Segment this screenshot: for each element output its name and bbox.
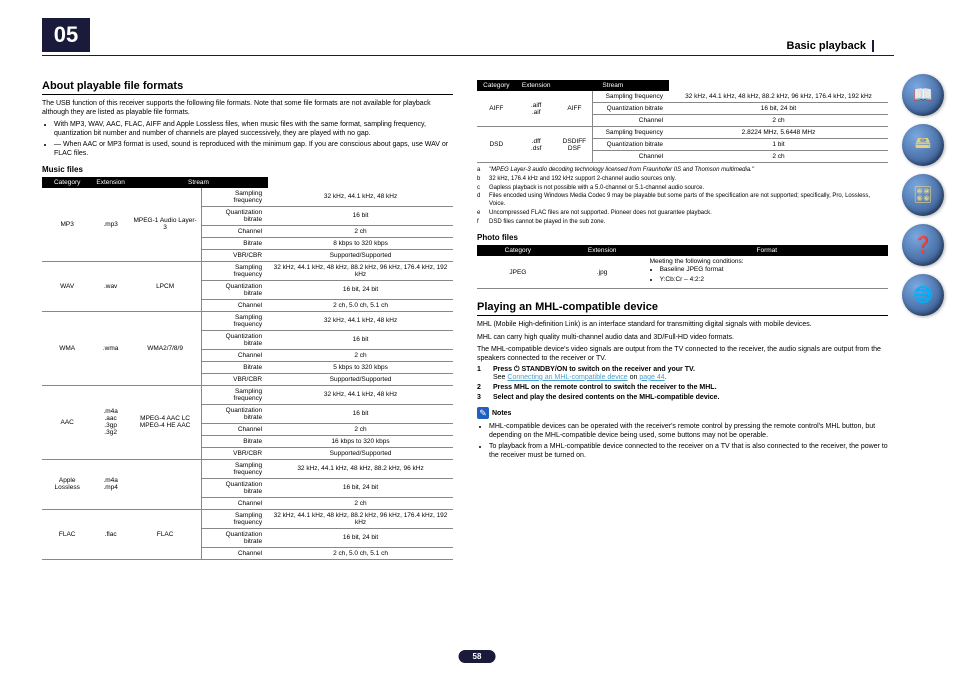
column-left: About playable file formats The USB func… xyxy=(42,80,453,560)
header-rule xyxy=(42,55,894,56)
mhl-p2: MHL can carry high quality multi-channel… xyxy=(477,333,888,342)
note-icon: ✎ xyxy=(477,407,489,419)
table-row: Apple Lossless.m4a.mp4Sampling frequency… xyxy=(42,459,453,478)
table-row: MP3.mp3MPEG-1 Audio Layer-3Sampling freq… xyxy=(42,188,453,207)
mhl-p3: The MHL-compatible device's video signal… xyxy=(477,345,888,363)
chapter-badge: 05 xyxy=(42,18,90,52)
table-row: DSD.dff.dsfDSDIFFDSFSampling frequency2.… xyxy=(477,127,888,139)
hardware-icon[interactable]: 🖴 xyxy=(902,124,944,166)
help-icon[interactable]: ❓ xyxy=(902,224,944,266)
bullet: With MP3, WAV, AAC, FLAC, AIFF and Apple… xyxy=(54,120,453,138)
photo-files-heading: Photo files xyxy=(477,233,888,242)
table-row: WAV.wavLPCMSampling frequency32 kHz, 44.… xyxy=(42,261,453,280)
header-title: Basic playback xyxy=(787,40,875,52)
footnote: eUncompressed FLAC files are not support… xyxy=(477,210,888,218)
step: 2Press MHL on the remote control to swit… xyxy=(477,384,888,391)
bullet: — When AAC or MP3 format is used, sound … xyxy=(54,140,453,158)
music-files-table-cont: CategoryExtensionStream AIFF.aiff.aifAIF… xyxy=(477,80,888,163)
page-number: 58 xyxy=(459,650,496,663)
footnote: a"MPEG Layer-3 audio decoding technology… xyxy=(477,167,888,175)
section-mhl-title: Playing an MHL-compatible device xyxy=(477,301,888,316)
photo-files-table: CategoryExtensionFormat JPEG .jpg Meetin… xyxy=(477,245,888,290)
intro-bullets: With MP3, WAV, AAC, FLAC, AIFF and Apple… xyxy=(42,120,453,158)
section-about-title: About playable file formats xyxy=(42,80,453,95)
step: 1Press ⏻ STANDBY/ON to switch on the rec… xyxy=(477,366,888,381)
remote-icon[interactable]: 🎛 xyxy=(902,174,944,216)
column-right: CategoryExtensionStream AIFF.aiff.aifAIF… xyxy=(477,80,888,560)
music-files-heading: Music files xyxy=(42,165,453,174)
link[interactable]: Connecting an MHL-compatible device xyxy=(507,374,627,381)
footnote: fDSD files cannot be played in the sub z… xyxy=(477,219,888,227)
network-icon[interactable]: 🌐 xyxy=(902,274,944,316)
note-item: MHL-compatible devices can be operated w… xyxy=(489,422,888,440)
footnotes: a"MPEG Layer-3 audio decoding technology… xyxy=(477,167,888,227)
music-files-table: CategoryExtensionStream MP3.mp3MPEG-1 Au… xyxy=(42,177,453,560)
intro-text: The USB function of this receiver suppor… xyxy=(42,99,453,117)
table-row: AIFF.aiff.aifAIFFSampling frequency32 kH… xyxy=(477,91,888,103)
book-icon[interactable]: 📖 xyxy=(902,74,944,116)
note-item: To playback from a MHL-compatible device… xyxy=(489,442,888,460)
table-row: WMA.wmaWMA2/7/8/9Sampling frequency32 kH… xyxy=(42,311,453,330)
notes-list: MHL-compatible devices can be operated w… xyxy=(477,422,888,460)
table-row: FLAC.flacFLACSampling frequency32 kHz, 4… xyxy=(42,509,453,528)
mhl-p1: MHL (Mobile High-definition Link) is an … xyxy=(477,320,888,329)
footnote: cGapless playback is not possible with a… xyxy=(477,185,888,193)
footnote: dFiles encoded using Windows Media Codec… xyxy=(477,193,888,209)
notes-label: Notes xyxy=(492,410,511,417)
footnote: b32 kHz, 176.4 kHz and 192 kHz support 2… xyxy=(477,176,888,184)
link[interactable]: page 44 xyxy=(639,374,664,381)
step: 3Select and play the desired contents on… xyxy=(477,394,888,401)
table-row: AAC.m4a.aac.3gp.3g2MPEG-4 AAC LCMPEG-4 H… xyxy=(42,385,453,404)
sidebar: 📖 🖴 🎛 ❓ 🌐 xyxy=(902,74,944,316)
